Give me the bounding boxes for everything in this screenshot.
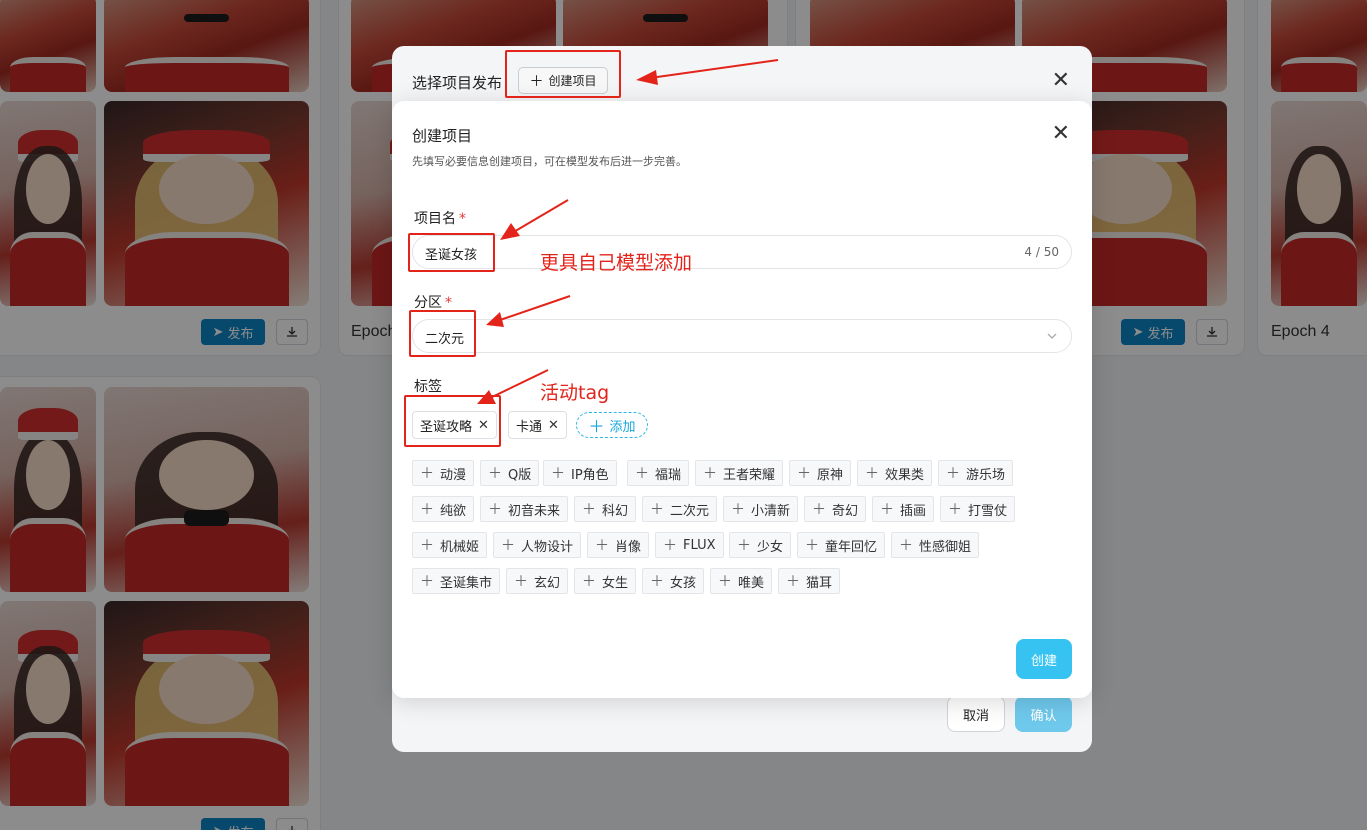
annotation-arrows (477, 59, 779, 404)
